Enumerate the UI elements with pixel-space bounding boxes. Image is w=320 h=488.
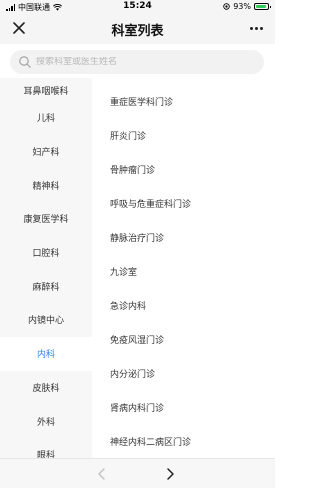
clinic-item[interactable]: 急诊内科: [92, 288, 275, 322]
clinic-item-label: 重症医学科门诊: [110, 97, 174, 108]
clinic-item-label: 内分泌门诊: [110, 369, 156, 380]
sidebar-item[interactable]: 皮肤科: [0, 371, 92, 405]
sidebar-item-active[interactable]: 内科: [0, 336, 92, 371]
search-input[interactable]: [36, 57, 246, 67]
sidebar-item-label: 口腔科: [32, 249, 60, 260]
clinic-item[interactable]: 呼吸与危重症科门诊: [92, 186, 275, 220]
clinic-item-label: 呼吸与危重症科门诊: [110, 199, 192, 210]
sidebar-item[interactable]: 眼科: [0, 438, 92, 458]
location-icon: [223, 3, 230, 10]
clinic-list: 重症医学科门诊 肝炎门诊 骨肿瘤门诊 呼吸与危重症科门诊 静脉治疗门诊 九诊室 …: [92, 78, 275, 458]
sidebar-item[interactable]: 口腔科: [0, 236, 92, 270]
clinic-item[interactable]: 内分泌门诊: [92, 356, 275, 390]
sidebar-item[interactable]: 妇产科: [0, 135, 92, 169]
clinic-item[interactable]: 肾病内科门诊: [92, 390, 275, 424]
nav-bar: 科室列表: [0, 14, 275, 44]
clinic-item-label: 肝炎门诊: [110, 131, 147, 142]
clinic-item[interactable]: 九诊室: [92, 254, 275, 288]
battery-icon: [254, 3, 271, 10]
status-bar: 中国联通 15:24 93%: [0, 0, 275, 14]
search-icon: [19, 56, 31, 68]
clinic-item-label: 静脉治疗门诊: [110, 233, 165, 244]
close-icon[interactable]: [10, 19, 28, 37]
sidebar-item-label: 内科: [36, 350, 55, 361]
sidebar-item-label: 康复医学科: [23, 215, 69, 226]
sidebar-item[interactable]: 耳鼻咽喉科: [0, 78, 92, 101]
sidebar-item[interactable]: 麻醉科: [0, 269, 92, 303]
clinic-item-label: 急诊内科: [110, 301, 147, 312]
clinic-item[interactable]: 静脉治疗门诊: [92, 220, 275, 254]
sidebar-item[interactable]: 儿科: [0, 101, 92, 135]
sidebar-item-label: 精神科: [32, 181, 60, 192]
sidebar-item-label: 妇产科: [32, 148, 60, 159]
clinic-item[interactable]: 免疫风湿门诊: [92, 322, 275, 356]
clinic-item[interactable]: 肝炎门诊: [92, 118, 275, 152]
sidebar-item-label: 麻醉科: [32, 282, 60, 293]
clinic-item-label: 神经内科二病区门诊: [110, 437, 192, 448]
page-title: 科室列表: [111, 24, 164, 39]
sidebar-item-label: 儿科: [36, 114, 55, 125]
clinic-item[interactable]: 骨肿瘤门诊: [92, 152, 275, 186]
search-box[interactable]: [10, 50, 264, 74]
sidebar-item[interactable]: 外科: [0, 404, 92, 438]
clinic-item-label: 免疫风湿门诊: [110, 335, 165, 346]
chevron-right-icon[interactable]: [162, 466, 178, 482]
chevron-left-icon[interactable]: [94, 466, 110, 482]
browser-toolbar: [0, 458, 275, 488]
clinic-item[interactable]: 神经内科二病区门诊: [92, 424, 275, 458]
sidebar-item-label: 眼科: [36, 451, 55, 458]
sidebar-item[interactable]: 精神科: [0, 168, 92, 202]
clinic-item-label: 肾病内科门诊: [110, 403, 165, 414]
search-bar: [0, 44, 275, 78]
clinic-item-label: 九诊室: [110, 267, 138, 278]
battery-percent: 93%: [233, 2, 251, 11]
sidebar-item-label: 外科: [36, 417, 55, 428]
department-sidebar: 耳鼻咽喉科 儿科 妇产科 精神科 康复医学科 口腔科 麻醉科 内镜中心 内科 皮…: [0, 78, 92, 458]
status-right: 93%: [223, 2, 271, 11]
sidebar-item-label: 内镜中心: [27, 316, 64, 327]
sidebar-item-label: 耳鼻咽喉科: [23, 87, 69, 97]
clinic-item-label: 骨肿瘤门诊: [110, 165, 156, 176]
clinic-item[interactable]: 重症医学科门诊: [92, 84, 275, 118]
sidebar-item-label: 皮肤科: [32, 383, 60, 394]
sidebar-item[interactable]: 康复医学科: [0, 202, 92, 236]
more-icon[interactable]: [245, 20, 267, 36]
sidebar-item[interactable]: 内镜中心: [0, 303, 92, 337]
